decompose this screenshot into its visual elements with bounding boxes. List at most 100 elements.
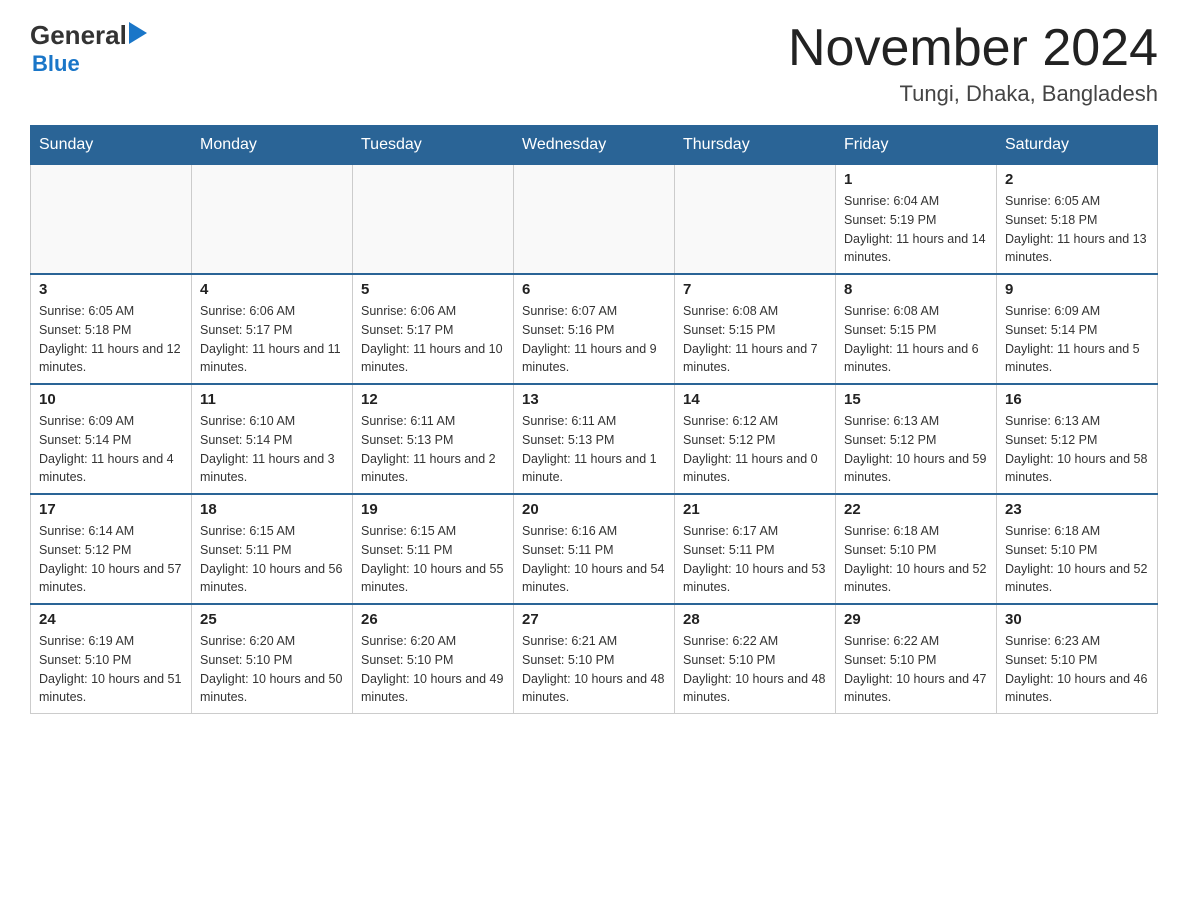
weekday-header-thursday: Thursday [675, 126, 836, 165]
calendar-cell: 20 Sunrise: 6:16 AM Sunset: 5:11 PM Dayli… [514, 494, 675, 604]
day-info: Sunrise: 6:21 AM Sunset: 5:10 PM Dayligh… [522, 632, 666, 707]
calendar-cell: 27 Sunrise: 6:21 AM Sunset: 5:10 PM Dayli… [514, 604, 675, 714]
calendar-cell: 6Sunrise: 6:07 AM Sunset: 5:16 PM Daylig… [514, 274, 675, 384]
calendar-cell: 7 Sunrise: 6:08 AM Sunset: 5:15 PM Daylig… [675, 274, 836, 384]
day-info: Sunrise: 6:18 AM Sunset: 5:10 PM Dayligh… [1005, 522, 1149, 597]
day-info: Sunrise: 6:05 AM Sunset: 5:18 PM Dayligh… [39, 302, 183, 377]
logo-general: General [30, 20, 127, 51]
day-number: 19 [361, 501, 505, 518]
weekday-header-sunday: Sunday [31, 126, 192, 165]
day-number: 22 [844, 501, 988, 518]
calendar-cell: 5Sunrise: 6:06 AM Sunset: 5:17 PM Daylig… [353, 274, 514, 384]
day-number: 28 [683, 611, 827, 628]
day-info: Sunrise: 6:05 AM Sunset: 5:18 PM Dayligh… [1005, 192, 1149, 267]
calendar-cell: 10Sunrise: 6:09 AM Sunset: 5:14 PM Dayli… [31, 384, 192, 494]
day-info: Sunrise: 6:14 AM Sunset: 5:12 PM Dayligh… [39, 522, 183, 597]
day-info: Sunrise: 6:11 AM Sunset: 5:13 PM Dayligh… [361, 412, 505, 487]
calendar-cell [353, 165, 514, 275]
calendar-cell [192, 165, 353, 275]
day-number: 8 [844, 281, 988, 298]
day-number: 18 [200, 501, 344, 518]
day-number: 3 [39, 281, 183, 298]
day-info: Sunrise: 6:04 AM Sunset: 5:19 PM Dayligh… [844, 192, 988, 267]
page-subtitle: Tungi, Dhaka, Bangladesh [788, 81, 1158, 107]
page-title: November 2024 [788, 20, 1158, 77]
day-number: 21 [683, 501, 827, 518]
calendar-cell: 1Sunrise: 6:04 AM Sunset: 5:19 PM Daylig… [836, 165, 997, 275]
calendar-cell: 29 Sunrise: 6:22 AM Sunset: 5:10 PM Dayli… [836, 604, 997, 714]
title-area: November 2024 Tungi, Dhaka, Bangladesh [788, 20, 1158, 107]
day-number: 27 [522, 611, 666, 628]
day-number: 7 [683, 281, 827, 298]
day-number: 13 [522, 391, 666, 408]
day-info: Sunrise: 6:15 AM Sunset: 5:11 PM Dayligh… [200, 522, 344, 597]
calendar-table: SundayMondayTuesdayWednesdayThursdayFrid… [30, 125, 1158, 714]
day-info: Sunrise: 6:06 AM Sunset: 5:17 PM Dayligh… [361, 302, 505, 377]
calendar-week-row: 1Sunrise: 6:04 AM Sunset: 5:19 PM Daylig… [31, 165, 1158, 275]
calendar-cell: 17 Sunrise: 6:14 AM Sunset: 5:12 PM Dayli… [31, 494, 192, 604]
calendar-cell: 25 Sunrise: 6:20 AM Sunset: 5:10 PM Dayli… [192, 604, 353, 714]
day-number: 12 [361, 391, 505, 408]
logo: General [30, 20, 147, 51]
day-info: Sunrise: 6:06 AM Sunset: 5:17 PM Dayligh… [200, 302, 344, 377]
calendar-cell: 2Sunrise: 6:05 AM Sunset: 5:18 PM Daylig… [997, 165, 1158, 275]
day-number: 9 [1005, 281, 1149, 298]
day-info: Sunrise: 6:13 AM Sunset: 5:12 PM Dayligh… [1005, 412, 1149, 487]
calendar-cell: 16 Sunrise: 6:13 AM Sunset: 5:12 PM Dayli… [997, 384, 1158, 494]
day-number: 26 [361, 611, 505, 628]
weekday-header-tuesday: Tuesday [353, 126, 514, 165]
calendar-cell: 3 Sunrise: 6:05 AM Sunset: 5:18 PM Daylig… [31, 274, 192, 384]
day-info: Sunrise: 6:20 AM Sunset: 5:10 PM Dayligh… [200, 632, 344, 707]
page-header: General Blue November 2024 Tungi, Dhaka,… [30, 20, 1158, 107]
day-info: Sunrise: 6:08 AM Sunset: 5:15 PM Dayligh… [683, 302, 827, 377]
calendar-cell: 22 Sunrise: 6:18 AM Sunset: 5:10 PM Dayli… [836, 494, 997, 604]
day-number: 16 [1005, 391, 1149, 408]
day-info: Sunrise: 6:15 AM Sunset: 5:11 PM Dayligh… [361, 522, 505, 597]
day-number: 11 [200, 391, 344, 408]
calendar-cell: 24Sunrise: 6:19 AM Sunset: 5:10 PM Dayli… [31, 604, 192, 714]
day-info: Sunrise: 6:12 AM Sunset: 5:12 PM Dayligh… [683, 412, 827, 487]
day-number: 20 [522, 501, 666, 518]
day-info: Sunrise: 6:11 AM Sunset: 5:13 PM Dayligh… [522, 412, 666, 487]
calendar-cell [675, 165, 836, 275]
calendar-cell: 28 Sunrise: 6:22 AM Sunset: 5:10 PM Dayli… [675, 604, 836, 714]
day-info: Sunrise: 6:13 AM Sunset: 5:12 PM Dayligh… [844, 412, 988, 487]
day-info: Sunrise: 6:23 AM Sunset: 5:10 PM Dayligh… [1005, 632, 1149, 707]
calendar-week-row: 24Sunrise: 6:19 AM Sunset: 5:10 PM Dayli… [31, 604, 1158, 714]
day-info: Sunrise: 6:20 AM Sunset: 5:10 PM Dayligh… [361, 632, 505, 707]
logo-area: General Blue [30, 20, 147, 77]
day-info: Sunrise: 6:16 AM Sunset: 5:11 PM Dayligh… [522, 522, 666, 597]
calendar-cell: 11Sunrise: 6:10 AM Sunset: 5:14 PM Dayli… [192, 384, 353, 494]
calendar-week-row: 10Sunrise: 6:09 AM Sunset: 5:14 PM Dayli… [31, 384, 1158, 494]
day-number: 30 [1005, 611, 1149, 628]
calendar-cell: 9 Sunrise: 6:09 AM Sunset: 5:14 PM Daylig… [997, 274, 1158, 384]
day-info: Sunrise: 6:19 AM Sunset: 5:10 PM Dayligh… [39, 632, 183, 707]
calendar-header-row: SundayMondayTuesdayWednesdayThursdayFrid… [31, 126, 1158, 165]
weekday-header-saturday: Saturday [997, 126, 1158, 165]
day-info: Sunrise: 6:22 AM Sunset: 5:10 PM Dayligh… [844, 632, 988, 707]
day-info: Sunrise: 6:09 AM Sunset: 5:14 PM Dayligh… [1005, 302, 1149, 377]
calendar-cell: 13 Sunrise: 6:11 AM Sunset: 5:13 PM Dayli… [514, 384, 675, 494]
day-info: Sunrise: 6:22 AM Sunset: 5:10 PM Dayligh… [683, 632, 827, 707]
calendar-cell: 19 Sunrise: 6:15 AM Sunset: 5:11 PM Dayli… [353, 494, 514, 604]
day-number: 29 [844, 611, 988, 628]
day-number: 17 [39, 501, 183, 518]
calendar-cell: 26 Sunrise: 6:20 AM Sunset: 5:10 PM Dayli… [353, 604, 514, 714]
calendar-week-row: 17 Sunrise: 6:14 AM Sunset: 5:12 PM Dayli… [31, 494, 1158, 604]
weekday-header-friday: Friday [836, 126, 997, 165]
calendar-cell: 21Sunrise: 6:17 AM Sunset: 5:11 PM Dayli… [675, 494, 836, 604]
day-number: 25 [200, 611, 344, 628]
day-info: Sunrise: 6:18 AM Sunset: 5:10 PM Dayligh… [844, 522, 988, 597]
weekday-header-monday: Monday [192, 126, 353, 165]
calendar-week-row: 3 Sunrise: 6:05 AM Sunset: 5:18 PM Daylig… [31, 274, 1158, 384]
day-info: Sunrise: 6:09 AM Sunset: 5:14 PM Dayligh… [39, 412, 183, 487]
day-number: 23 [1005, 501, 1149, 518]
calendar-cell: 18 Sunrise: 6:15 AM Sunset: 5:11 PM Dayli… [192, 494, 353, 604]
calendar-cell [514, 165, 675, 275]
logo-blue: Blue [32, 51, 80, 77]
day-info: Sunrise: 6:08 AM Sunset: 5:15 PM Dayligh… [844, 302, 988, 377]
logo-arrow-icon [129, 22, 147, 44]
calendar-cell: 14Sunrise: 6:12 AM Sunset: 5:12 PM Dayli… [675, 384, 836, 494]
day-number: 15 [844, 391, 988, 408]
day-number: 6 [522, 281, 666, 298]
